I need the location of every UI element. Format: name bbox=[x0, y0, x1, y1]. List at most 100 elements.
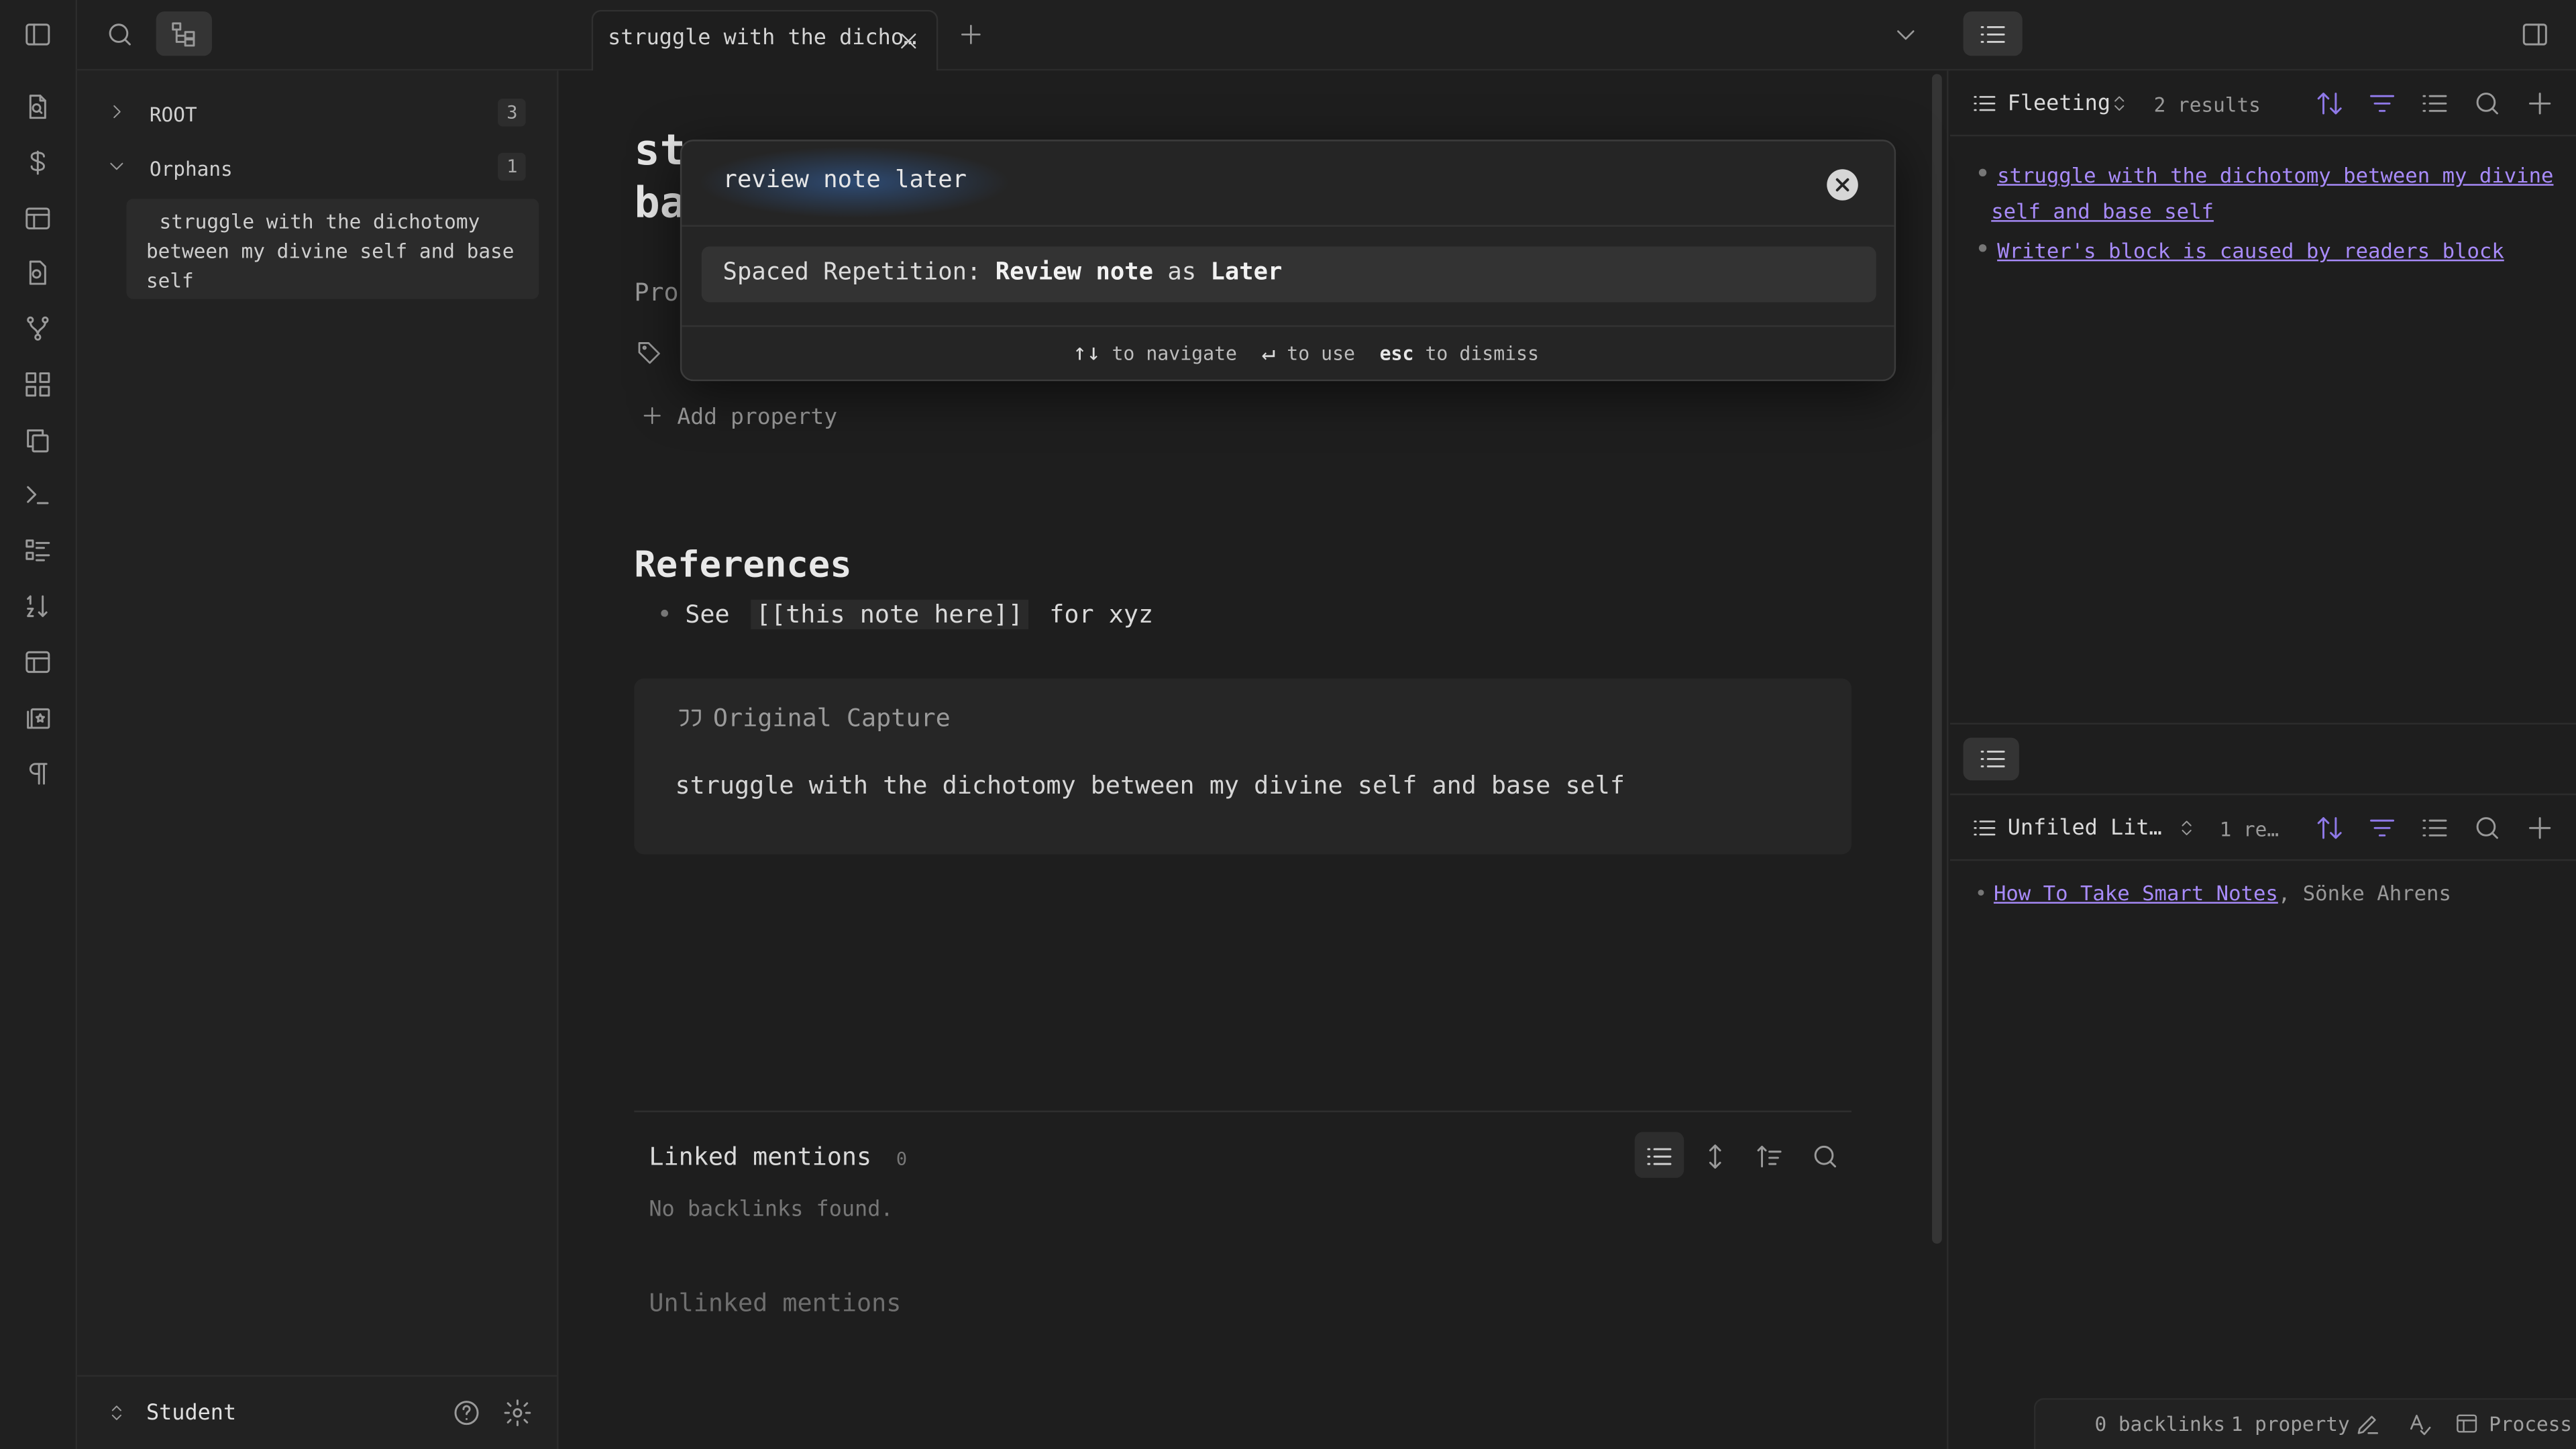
list-icon bbox=[1972, 91, 1998, 117]
instructions: ↑↓ to navigate ↵ to use esc to dismiss bbox=[1073, 340, 1539, 366]
no-backlinks-text: No backlinks found. bbox=[649, 1197, 894, 1223]
pilcrow-icon[interactable] bbox=[23, 759, 52, 788]
folder-label: Orphans bbox=[149, 158, 233, 181]
pane-divider[interactable] bbox=[1949, 722, 2576, 725]
list-item: • How To Take Smart Notes, Sönke Ahrens bbox=[1974, 880, 2451, 906]
wikilink[interactable]: [[this note here]] bbox=[751, 599, 1028, 629]
tree-file-note[interactable]: struggle with the dichotomy between my d… bbox=[126, 199, 539, 299]
query-name[interactable]: Unfiled Lit… bbox=[2008, 816, 2162, 841]
layout-icon[interactable] bbox=[23, 647, 52, 677]
list-icon[interactable] bbox=[1978, 19, 2008, 49]
folder-count: 1 bbox=[498, 152, 526, 181]
close-tab-icon[interactable] bbox=[897, 30, 920, 52]
list-checks-icon[interactable] bbox=[23, 535, 52, 565]
chevron-down-icon[interactable] bbox=[1892, 21, 1919, 48]
note-title-line2[interactable]: ba bbox=[634, 179, 686, 228]
chevron-updown-icon bbox=[107, 1401, 126, 1424]
add-property-label: Add property bbox=[677, 404, 838, 431]
add-property-button[interactable]: Add property bbox=[641, 404, 838, 431]
help-icon[interactable] bbox=[451, 1398, 481, 1428]
search-icon[interactable] bbox=[1811, 1142, 1840, 1171]
suggestion-prefix: Spaced Repetition: bbox=[722, 259, 981, 286]
sort-icon[interactable] bbox=[1755, 1142, 1784, 1171]
suggestion-text: Spaced Repetition: Review note as Later bbox=[723, 260, 1283, 286]
pencil-icon[interactable] bbox=[2354, 1411, 2380, 1438]
suggestion-match: Review note bbox=[995, 259, 1153, 286]
editor-scrollbar[interactable] bbox=[1932, 74, 1942, 1244]
hint-dismiss: to dismiss bbox=[1425, 341, 1540, 365]
linked-mentions-label: Linked mentions bbox=[649, 1142, 872, 1172]
close-icon[interactable] bbox=[1833, 176, 1851, 194]
table-icon[interactable] bbox=[23, 204, 52, 233]
filter-icon[interactable] bbox=[2367, 89, 2397, 118]
result-link[interactable]: struggle with the dichotomy between my d… bbox=[1997, 162, 2553, 187]
list-icon[interactable] bbox=[1978, 744, 2008, 773]
grid-plus-icon[interactable] bbox=[23, 370, 52, 399]
list-icon[interactable] bbox=[1644, 1142, 1674, 1171]
search-icon[interactable] bbox=[105, 19, 135, 49]
tag-icon bbox=[636, 338, 664, 366]
ref-see: See bbox=[685, 599, 730, 629]
chevron-right-icon bbox=[107, 102, 126, 121]
expand-vertical-icon[interactable] bbox=[1701, 1142, 1730, 1171]
new-tab-icon[interactable] bbox=[958, 21, 984, 48]
list-view-icon[interactable] bbox=[2420, 813, 2449, 843]
dollar-icon[interactable] bbox=[23, 148, 52, 177]
query-results-top: • struggle with the dichotomy between my … bbox=[1974, 156, 2554, 268]
ref-rest: for xyz bbox=[1049, 599, 1154, 629]
list-item: • struggle with the dichotomy between my … bbox=[1974, 158, 2554, 189]
callout-title: Original Capture bbox=[712, 703, 951, 733]
tree-folder-orphans[interactable]: Orphans 1 bbox=[77, 150, 559, 189]
process-label[interactable]: Process bbox=[2489, 1413, 2572, 1436]
divider bbox=[682, 225, 1894, 227]
result-author: , Sönke Ahrens bbox=[2277, 880, 2451, 906]
git-fork-icon[interactable] bbox=[23, 314, 52, 343]
search-icon[interactable] bbox=[2473, 813, 2502, 843]
list-view-icon[interactable] bbox=[2420, 89, 2449, 118]
query-toolbar-top: Fleeting 2 results bbox=[1949, 70, 2576, 137]
query-name[interactable]: Fleeting bbox=[2008, 92, 2110, 117]
tab-bar bbox=[25, 0, 2576, 71]
divider bbox=[682, 325, 1894, 327]
sort-numbers-icon[interactable] bbox=[23, 592, 52, 621]
tree-folder-root[interactable]: ROOT 3 bbox=[77, 95, 559, 135]
copy-icon[interactable] bbox=[23, 425, 52, 455]
layout-icon[interactable] bbox=[2455, 1411, 2479, 1436]
note-title-line1[interactable]: st bbox=[634, 127, 686, 176]
spellcheck-icon[interactable] bbox=[2407, 1411, 2433, 1438]
sidebar-toggle-icon[interactable] bbox=[23, 19, 52, 49]
linked-count: 0 bbox=[896, 1148, 908, 1170]
result-link[interactable]: Writer's block is caused by readers bloc… bbox=[1997, 238, 2504, 263]
suggestion-item[interactable]: Spaced Repetition: Review note as Later bbox=[701, 246, 1876, 303]
filter-icon[interactable] bbox=[2367, 813, 2397, 843]
query-toolbar-bottom: Unfiled Lit… 1 re… bbox=[1949, 795, 2576, 861]
add-icon[interactable] bbox=[2525, 89, 2555, 118]
file-search-icon[interactable] bbox=[23, 92, 52, 121]
vault-name: Student bbox=[146, 1401, 237, 1426]
sort-arrows-icon[interactable] bbox=[2315, 813, 2345, 843]
sort-arrows-icon[interactable] bbox=[2315, 89, 2345, 118]
tab-active[interactable]: struggle with the dicho… bbox=[591, 9, 938, 71]
terminal-icon[interactable] bbox=[23, 480, 52, 509]
result-link[interactable]: How To Take Smart Notes bbox=[1994, 881, 2278, 906]
cards-icon[interactable] bbox=[23, 703, 52, 733]
results-count: 1 re… bbox=[2219, 818, 2279, 841]
chevron-updown-icon[interactable] bbox=[2110, 92, 2129, 115]
property-count[interactable]: 1 property bbox=[2231, 1413, 2350, 1436]
divider bbox=[634, 1110, 1852, 1112]
search-icon[interactable] bbox=[2473, 89, 2502, 118]
right-sidebar-toggle-icon[interactable] bbox=[2520, 19, 2550, 49]
result-link-cont[interactable]: self and base self bbox=[1991, 199, 2214, 223]
callout-original-capture: Original Capture struggle with the dicho… bbox=[634, 678, 1852, 855]
backlinks-count[interactable]: 0 backlinks bbox=[2094, 1413, 2225, 1436]
quote-icon bbox=[676, 703, 705, 733]
chevron-updown-icon[interactable] bbox=[2177, 816, 2196, 839]
unlinked-mentions-heading[interactable]: Unlinked mentions bbox=[649, 1288, 901, 1318]
settings-gear-icon[interactable] bbox=[502, 1398, 532, 1428]
file-search-icon-2[interactable] bbox=[23, 258, 52, 287]
file-tree-icon[interactable] bbox=[169, 19, 199, 49]
add-icon[interactable] bbox=[2525, 813, 2555, 843]
enter-icon: ↵ bbox=[1261, 339, 1276, 367]
suggest-input[interactable]: review note later bbox=[723, 168, 967, 194]
vault-switcher[interactable]: Student bbox=[77, 1375, 559, 1449]
